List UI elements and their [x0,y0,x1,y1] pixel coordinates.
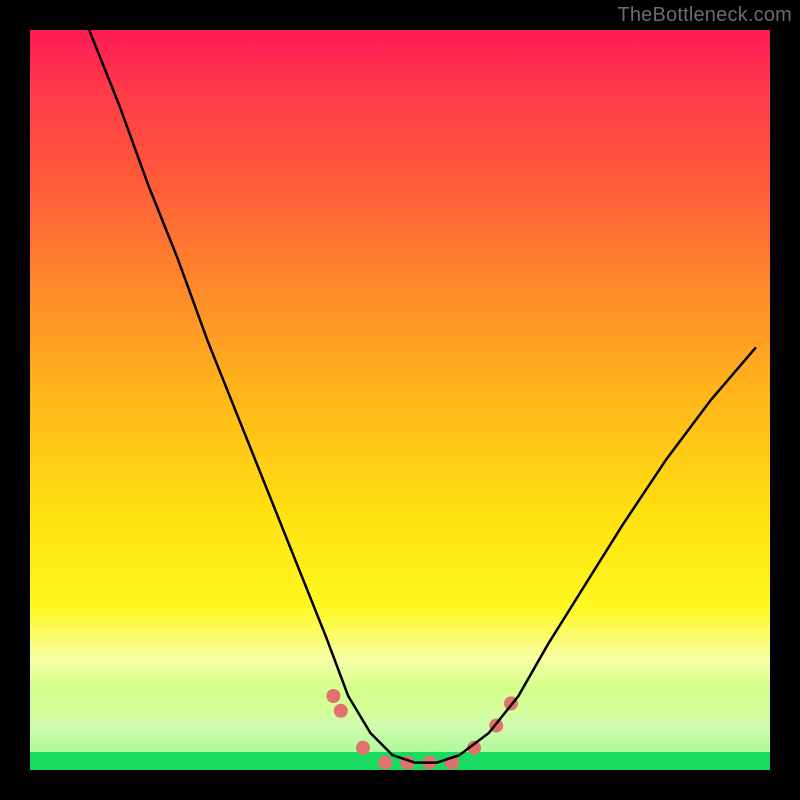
highlight-dot [326,689,340,703]
watermark-text: TheBottleneck.com [617,4,792,27]
highlight-dot [356,741,370,755]
highlight-dot [378,756,392,770]
plot-area [30,30,770,770]
bottleneck-curve [89,30,755,763]
markers-group [326,689,518,770]
chart-svg [30,30,770,770]
chart-frame: TheBottleneck.com [0,0,800,800]
highlight-dot [334,704,348,718]
